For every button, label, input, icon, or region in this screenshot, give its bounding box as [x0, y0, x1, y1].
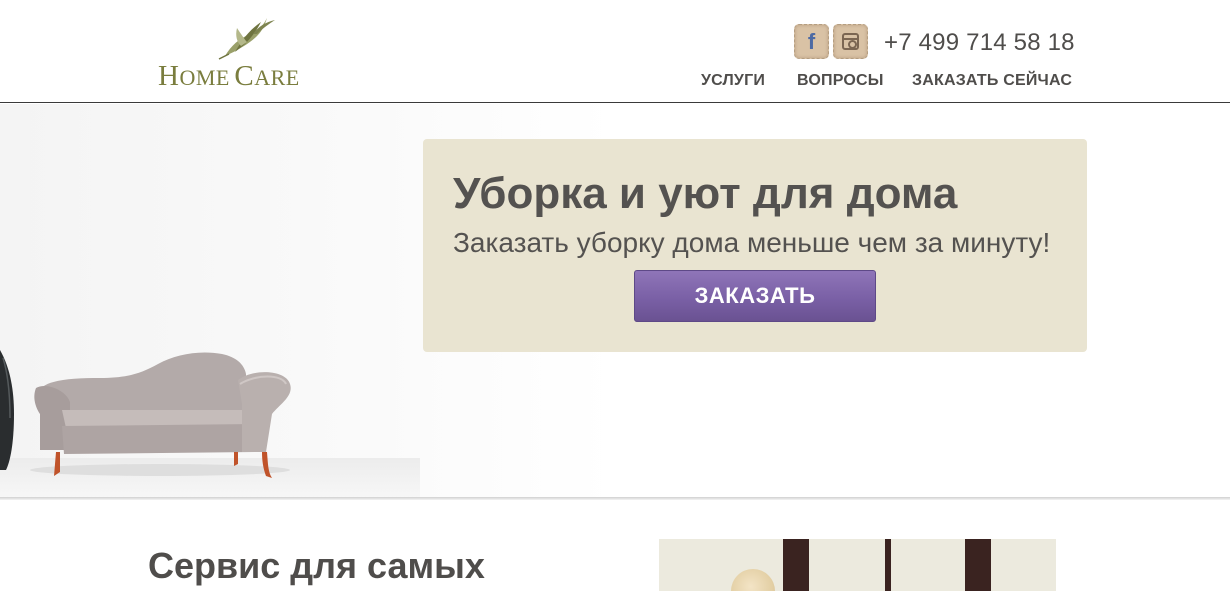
section-title: Сервис для самых [148, 545, 485, 586]
hero-divider [0, 497, 1230, 500]
facebook-button[interactable]: f [794, 24, 829, 59]
nav-item-services[interactable]: УСЛУГИ [701, 72, 765, 90]
instagram-button[interactable] [833, 24, 868, 59]
main-nav: УСЛУГИ ВОПРОСЫ ЗАКАЗАТЬ СЕЙЧАС [0, 72, 1230, 92]
person-photo [731, 569, 775, 591]
photo-frame-bar [885, 539, 891, 591]
photo-frame-bar [783, 539, 809, 591]
facebook-icon: f [807, 28, 816, 54]
nav-item-questions[interactable]: ВОПРОСЫ [797, 72, 884, 90]
section-photo [659, 539, 1056, 591]
instagram-icon [842, 33, 859, 50]
phone-number[interactable]: +7 499 714 58 18 [884, 29, 1075, 57]
hero-subtitle: Заказать уборку дома меньше чем за минут… [453, 227, 1051, 258]
sofa-image [0, 350, 291, 478]
hero-banner: Уборка и уют для дома Заказать уборку до… [0, 104, 1230, 498]
photo-frame-bar [965, 539, 991, 591]
hummingbird-icon [218, 18, 275, 60]
nav-item-order-now[interactable]: ЗАКАЗАТЬ СЕЙЧАС [912, 72, 1072, 90]
promo-panel: Уборка и уют для дома Заказать уборку до… [423, 139, 1087, 352]
site-header: HOME CARE f +7 499 714 58 18 УСЛУГИ ВОПР… [0, 0, 1230, 103]
order-button[interactable]: ЗАКАЗАТЬ [634, 270, 876, 322]
hero-title: Уборка и уют для дома [453, 169, 958, 218]
